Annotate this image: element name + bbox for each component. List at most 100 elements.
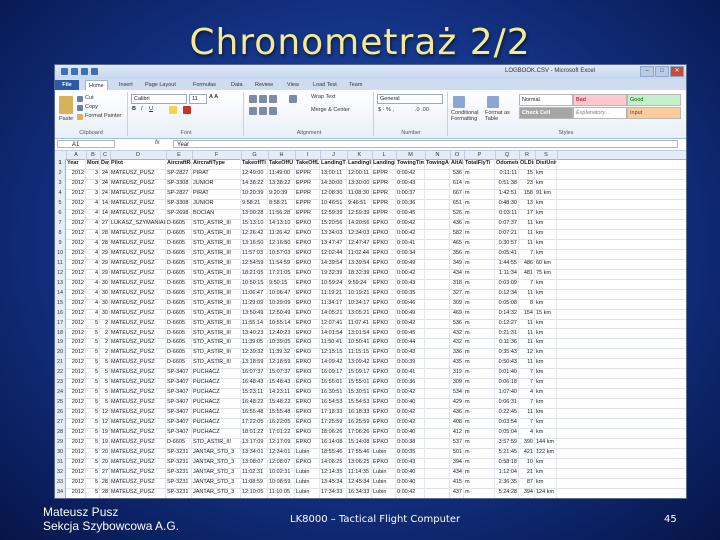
table-cell[interactable]: 2:36:35 [495, 478, 519, 489]
table-cell[interactable]: EPKO [295, 348, 320, 359]
table-cell[interactable]: 0:00:42 [396, 218, 425, 229]
table-cell[interactable]: MATEUSZ_PUSZ [110, 298, 166, 309]
format-as-table-button[interactable]: Format as Table [485, 110, 515, 122]
table-cell[interactable]: 29 [100, 258, 110, 269]
table-cell[interactable]: 336 [450, 348, 464, 359]
table-cell[interactable]: 11:02:44 [347, 248, 372, 259]
table-cell[interactable]: EPKO [295, 288, 320, 299]
table-cell[interactable]: 15 [519, 168, 535, 179]
table-cell[interactable]: 17:34:33 [320, 488, 347, 498]
row-number[interactable]: 12 [55, 268, 66, 279]
font-color-icon[interactable] [183, 106, 191, 114]
align-right-icon[interactable] [269, 107, 277, 115]
header-cell[interactable]: Pilot [110, 159, 166, 169]
table-cell[interactable]: 7 [519, 248, 535, 259]
table-cell[interactable]: 13:00:11 [320, 168, 347, 179]
table-cell[interactable]: 13:18:59 [241, 358, 268, 369]
table-cell[interactable]: EPKO [295, 338, 320, 349]
table-cell[interactable] [425, 228, 450, 239]
table-cell[interactable] [425, 388, 450, 399]
table-cell[interactable]: km [535, 198, 557, 209]
table-cell[interactable]: D-6605 [166, 228, 192, 239]
table-cell[interactable]: 12:34:03 [347, 228, 372, 239]
table-cell[interactable]: 12:16:50 [268, 238, 295, 249]
table-cell[interactable]: 17:55:46 [347, 448, 372, 459]
table-cell[interactable]: 0:48:30 [495, 198, 519, 209]
table-cell[interactable]: MATEUSZ_PUSZ [110, 238, 166, 249]
table-cell[interactable]: 16:09:17 [320, 368, 347, 379]
table-cell[interactable]: 318 [450, 278, 464, 289]
table-cell[interactable]: SP-3407 [166, 408, 192, 419]
table-cell[interactable]: 0:03:11 [495, 208, 519, 219]
table-cell[interactable]: km [535, 218, 557, 229]
table-cell[interactable]: 10:59:24 [320, 278, 347, 289]
table-cell[interactable]: 16:14:08 [320, 438, 347, 449]
table-cell[interactable]: 2012 [66, 298, 86, 309]
table-cell[interactable]: 1:12:04 [495, 468, 519, 479]
table-cell[interactable]: 0:00:41 [396, 238, 425, 249]
table-cell[interactable]: EPPR [372, 188, 396, 199]
table-cell[interactable]: 11:39:05 [241, 338, 268, 349]
table-cell[interactable]: 4 [86, 258, 100, 269]
table-cell[interactable]: 9:50:15 [268, 278, 295, 289]
table-cell[interactable] [425, 488, 450, 498]
table-cell[interactable]: 12:54:59 [241, 258, 268, 269]
table-cell[interactable]: 0:00:42 [396, 418, 425, 429]
table-cell[interactable]: m [464, 258, 495, 269]
row-number[interactable]: 13 [55, 278, 66, 289]
table-cell[interactable]: 28 [100, 478, 110, 489]
table-cell[interactable]: MATEUSZ_PUSZ [110, 438, 166, 449]
table-cell[interactable]: 667 [450, 188, 464, 199]
table-cell[interactable]: 18:21:05 [241, 268, 268, 279]
table-cell[interactable]: STD_ASTIR_III [192, 328, 241, 339]
table-cell[interactable]: Lubin [295, 468, 320, 479]
table-cell[interactable]: 8:58:21 [268, 198, 295, 209]
table-cell[interactable]: EPPR [372, 198, 396, 209]
table-cell[interactable]: EPPR [372, 178, 396, 189]
table-cell[interactable]: MATEUSZ_PUSZ [110, 198, 166, 209]
table-cell[interactable]: m [464, 438, 495, 449]
table-cell[interactable]: 16:55:48 [241, 408, 268, 419]
table-cell[interactable]: 5 [100, 388, 110, 399]
table-cell[interactable]: MATEUSZ_PUSZ [110, 168, 166, 179]
table-cell[interactable]: 0:12:27 [495, 318, 519, 329]
table-cell[interactable]: 12 [100, 418, 110, 429]
table-cell[interactable]: 11:55:14 [241, 318, 268, 329]
table-cell[interactable]: 12:40:23 [268, 328, 295, 339]
table-cell[interactable]: 2 [100, 318, 110, 329]
table-cell[interactable]: m [464, 228, 495, 239]
table-cell[interactable]: 2012 [66, 318, 86, 329]
table-cell[interactable]: STD_ASTIR_III [192, 228, 241, 239]
table-cell[interactable]: 12:45:34 [347, 478, 372, 489]
table-cell[interactable]: 11:50:41 [320, 338, 347, 349]
conditional-formatting-button[interactable]: Conditional Formatting [451, 110, 481, 122]
table-cell[interactable] [425, 238, 450, 249]
table-cell[interactable]: 11 [519, 228, 535, 239]
table-cell[interactable]: 0:00:43 [396, 458, 425, 469]
row-number[interactable]: 21 [55, 358, 66, 369]
table-cell[interactable]: 16:48:43 [241, 378, 268, 389]
table-cell[interactable]: 87 [519, 478, 535, 489]
row-number[interactable]: 28 [55, 428, 66, 439]
table-cell[interactable]: 394 [519, 488, 535, 498]
table-cell[interactable]: STD_ASTIR_III [192, 218, 241, 229]
table-cell[interactable]: 10:20:39 [241, 188, 268, 199]
table-cell[interactable]: 7 [519, 368, 535, 379]
table-cell[interactable]: km [535, 348, 557, 359]
format-painter-button[interactable]: Format Painter [85, 113, 121, 119]
table-cell[interactable]: 0:05:04 [495, 428, 519, 439]
table-cell[interactable]: 432 [450, 328, 464, 339]
table-cell[interactable]: STD_ASTIR_III [192, 248, 241, 259]
table-cell[interactable]: 319 [450, 368, 464, 379]
table-cell[interactable]: SP-3231 [166, 468, 192, 479]
table-cell[interactable]: EPKO [295, 278, 320, 289]
table-cell[interactable]: 0:03:54 [495, 418, 519, 429]
table-cell[interactable]: Lubin [295, 488, 320, 498]
table-cell[interactable]: 486 [519, 258, 535, 269]
table-cell[interactable]: 5 [100, 378, 110, 389]
table-cell[interactable]: 2012 [66, 338, 86, 349]
minimize-button[interactable]: – [640, 66, 654, 77]
table-cell[interactable]: 2012 [66, 358, 86, 369]
table-cell[interactable]: 17:21:05 [268, 268, 295, 279]
table-cell[interactable]: km [535, 318, 557, 329]
